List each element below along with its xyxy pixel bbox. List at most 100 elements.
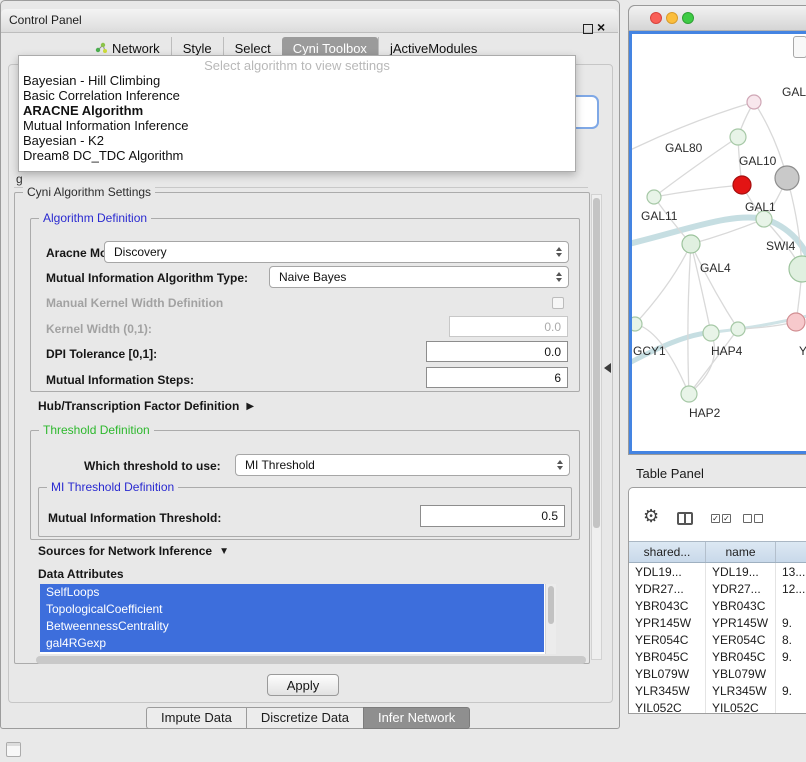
algorithm-option-basic-correlation-inference[interactable]: Basic Correlation Inference	[19, 88, 575, 103]
mi-algorithm-type-combobox[interactable]: Naive Bayes	[269, 266, 569, 288]
zoom-button[interactable]	[682, 12, 694, 24]
network-node[interactable]	[733, 176, 751, 194]
network-node[interactable]	[747, 95, 761, 109]
table-row[interactable]: YBR045CYBR045C9.	[629, 648, 806, 665]
network-edge	[691, 244, 711, 333]
network-node[interactable]	[682, 235, 700, 253]
table-cell: 9.	[776, 682, 806, 699]
close-button[interactable]	[650, 12, 662, 24]
table-row[interactable]: YBL079WYBL079W	[629, 665, 806, 682]
group-title: Algorithm Definition	[39, 211, 151, 225]
network-node[interactable]	[730, 129, 746, 145]
hub-section[interactable]: Hub/Transcription Factor Definition ▶	[38, 399, 254, 413]
table-cell: YDR27...	[629, 580, 706, 597]
table-row[interactable]: YDL19...YDL19...13...	[629, 563, 806, 580]
attribute-item-betweennesscentrality[interactable]: BetweennessCentrality	[40, 618, 544, 635]
algorithm-option-aracne-algorithm[interactable]: ARACNE Algorithm	[19, 103, 575, 118]
panel-divider-arrow[interactable]	[604, 363, 611, 373]
bottom-tab-infer-network[interactable]: Infer Network	[363, 707, 470, 729]
table-cell: 9.	[776, 614, 806, 631]
list-scrollbar[interactable]	[545, 584, 556, 654]
minimize-button[interactable]	[666, 12, 678, 24]
table-cell: 13...	[776, 563, 806, 580]
network-node[interactable]	[731, 322, 745, 336]
table-row[interactable]: YIL052CYIL052C	[629, 699, 806, 713]
mi-steps-value: 6	[554, 371, 561, 385]
settings-scrollbar[interactable]	[591, 194, 602, 660]
tab-label: Select	[235, 41, 271, 56]
network-node[interactable]	[787, 313, 805, 331]
network-node[interactable]	[681, 386, 697, 402]
mi-steps-field[interactable]: 6	[426, 367, 568, 388]
algorithm-option-mutual-information-inference[interactable]: Mutual Information Inference	[19, 118, 575, 133]
window-title: Control Panel	[9, 9, 82, 32]
table-cell: YBL079W	[629, 665, 706, 682]
table-row[interactable]: YPR145WYPR145W9.	[629, 614, 806, 631]
dpi-tolerance-field[interactable]: 0.0	[426, 341, 568, 362]
attribute-item-selfloops[interactable]: SelfLoops	[40, 584, 544, 601]
network-node[interactable]	[703, 325, 719, 341]
table-cell: 8.	[776, 631, 806, 648]
expanded-arrow-icon[interactable]: ▼	[219, 546, 229, 557]
canvas-scrollbar[interactable]	[793, 36, 806, 58]
horizontal-scrollbar[interactable]	[36, 656, 586, 664]
group-title: Threshold Definition	[39, 423, 154, 437]
network-node[interactable]	[632, 317, 642, 331]
scrollbar-thumb[interactable]	[593, 198, 600, 528]
table-row[interactable]: YBR043CYBR043C	[629, 597, 806, 614]
table-cell: YPR145W	[706, 614, 776, 631]
which-threshold-label: Which threshold to use:	[84, 459, 221, 473]
table-cell: YBR043C	[629, 597, 706, 614]
gear-icon[interactable]: ⚙	[643, 507, 659, 525]
algorithm-option-bayesian-hill-climbing[interactable]: Bayesian - Hill Climbing	[19, 73, 575, 88]
minimized-window-icon[interactable]	[6, 742, 21, 757]
manual-kernel-width-checkbox[interactable]	[552, 297, 564, 309]
algorithm-option-bayesian-k2[interactable]: Bayesian - K2	[19, 133, 575, 148]
column-header-2[interactable]	[776, 542, 806, 562]
columns-icon[interactable]	[677, 512, 693, 525]
mi-threshold-field[interactable]: 0.5	[420, 505, 565, 527]
table-row[interactable]: YDR27...YDR27...12...	[629, 580, 806, 597]
attribute-item-topologicalcoefficient[interactable]: TopologicalCoefficient	[40, 601, 544, 618]
network-graph: GAL80GAL10GAL11GAL1SWI4GAL4GCY1HAP4HAP2Y…	[632, 34, 806, 451]
table-cell: YDL19...	[706, 563, 776, 580]
float-window-icon[interactable]	[583, 24, 593, 34]
network-node[interactable]	[775, 166, 799, 190]
deselect-all-icon[interactable]	[743, 514, 763, 523]
control-panel-titlebar[interactable]: Control Panel ×	[1, 9, 618, 33]
hub-section-label: Hub/Transcription Factor Definition	[38, 399, 239, 413]
table-cell: YBR045C	[629, 648, 706, 665]
node-label: SWI4	[766, 239, 796, 253]
algorithm-option-dream8-dc-tdc-algorithm[interactable]: Dream8 DC_TDC Algorithm	[19, 148, 575, 163]
network-canvas[interactable]: GAL80GAL10GAL11GAL1SWI4GAL4GCY1HAP4HAP2Y…	[629, 31, 806, 454]
table-cell: YBL079W	[706, 665, 776, 682]
bottom-tab-impute-data[interactable]: Impute Data	[146, 707, 247, 729]
sources-section[interactable]: Sources for Network Inference ▼	[38, 544, 229, 558]
scrollbar-thumb[interactable]	[548, 586, 554, 624]
collapsed-arrow-icon[interactable]: ▶	[246, 401, 254, 412]
data-attributes-list: SelfLoopsTopologicalCoefficientBetweenne…	[40, 584, 556, 654]
node-label: GAL	[782, 85, 806, 99]
bottom-tab-discretize-data[interactable]: Discretize Data	[246, 707, 364, 729]
network-edge	[689, 333, 715, 394]
table-row[interactable]: YLR345WYLR345W9.	[629, 682, 806, 699]
select-all-icon[interactable]: ✓ ✓	[711, 514, 731, 523]
network-node[interactable]	[789, 256, 806, 282]
tab-label: Cyni Toolbox	[293, 41, 367, 56]
which-threshold-combobox[interactable]: MI Threshold	[235, 454, 570, 476]
combo-arrows-icon	[556, 272, 562, 282]
attribute-item-gal4rgexp[interactable]: gal4RGexp	[40, 635, 544, 652]
column-header-name[interactable]: name	[706, 542, 776, 562]
manual-kernel-width-label: Manual Kernel Width Definition	[46, 296, 223, 310]
mi-threshold-label: Mutual Information Threshold:	[48, 511, 221, 525]
dropdown-placeholder[interactable]: Select algorithm to view settings	[19, 58, 575, 73]
column-header-shared[interactable]: shared...	[629, 542, 706, 562]
close-window-icon[interactable]: ×	[597, 20, 605, 34]
combo-arrows-icon	[557, 460, 563, 470]
aracne-mode-combobox[interactable]: Discovery	[104, 241, 569, 263]
apply-button[interactable]: Apply	[267, 674, 339, 696]
network-node[interactable]	[647, 190, 661, 204]
table-cell	[776, 699, 806, 713]
network-edge	[691, 244, 738, 329]
table-row[interactable]: YER054CYER054C8.	[629, 631, 806, 648]
